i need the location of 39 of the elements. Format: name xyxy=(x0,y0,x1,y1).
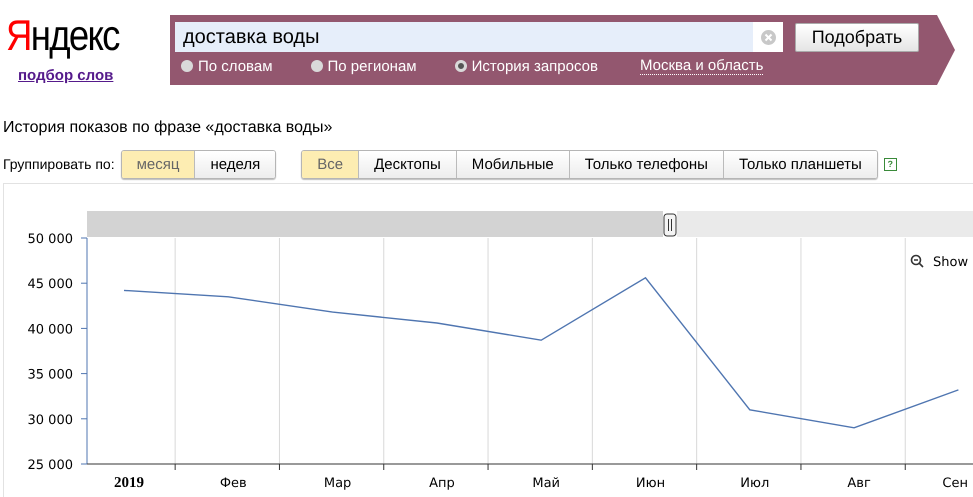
y-tick-label: 35 000 xyxy=(28,368,73,383)
device-tab[interactable]: Только планшеты xyxy=(722,150,877,178)
x-tick-label: Авг xyxy=(847,476,871,491)
radio-button[interactable] xyxy=(454,60,467,72)
x-tick-label: Май xyxy=(532,476,560,491)
y-tick-label: 40 000 xyxy=(28,322,73,338)
y-tick-label: 45 000 xyxy=(28,277,73,292)
radio-button[interactable] xyxy=(310,60,323,72)
device-tab[interactable]: Мобильные xyxy=(456,150,569,178)
x-tick-label: Апр xyxy=(429,476,455,491)
search-button[interactable]: Подобрать xyxy=(795,22,919,52)
x-tick-label: Фев xyxy=(220,476,247,491)
x-tick-label: Июл xyxy=(740,476,770,491)
x-tick-label: 2019 xyxy=(114,475,144,491)
group-tab[interactable]: неделя xyxy=(194,150,276,178)
x-tick-label: Сен xyxy=(942,476,968,491)
group-label: Группировать по: xyxy=(3,156,115,172)
x-tick-label: Июн xyxy=(636,476,666,491)
radio-label[interactable]: По регионам xyxy=(328,58,417,74)
navigator-handle[interactable] xyxy=(664,214,676,236)
device-tab[interactable]: Только телефоны xyxy=(568,150,723,178)
search-field[interactable]: доставка воды xyxy=(175,22,783,52)
group-tab[interactable]: месяц xyxy=(122,150,194,178)
radio-button[interactable] xyxy=(181,60,193,72)
word-selection-link[interactable]: подбор слов xyxy=(18,67,114,84)
show-link[interactable]: Show xyxy=(933,255,968,270)
help-icon[interactable]: ? xyxy=(884,158,897,170)
page-heading: История показов по фразе «доставка воды» xyxy=(3,119,334,137)
y-tick-label: 25 000 xyxy=(28,458,73,473)
radio-label[interactable]: По словам xyxy=(198,58,273,74)
x-tick-label: Мар xyxy=(324,476,352,491)
device-tab[interactable]: Десктопы xyxy=(358,150,456,178)
device-tab[interactable]: Все xyxy=(302,150,358,178)
zoom-icon[interactable] xyxy=(910,254,924,268)
radio-label[interactable]: История запросов xyxy=(472,58,598,74)
region-link[interactable]: Москва и область xyxy=(640,57,764,75)
y-tick-label: 30 000 xyxy=(28,412,73,428)
logo[interactable]: Яндекс xyxy=(6,15,119,57)
y-tick-label: 50 000 xyxy=(28,232,73,247)
